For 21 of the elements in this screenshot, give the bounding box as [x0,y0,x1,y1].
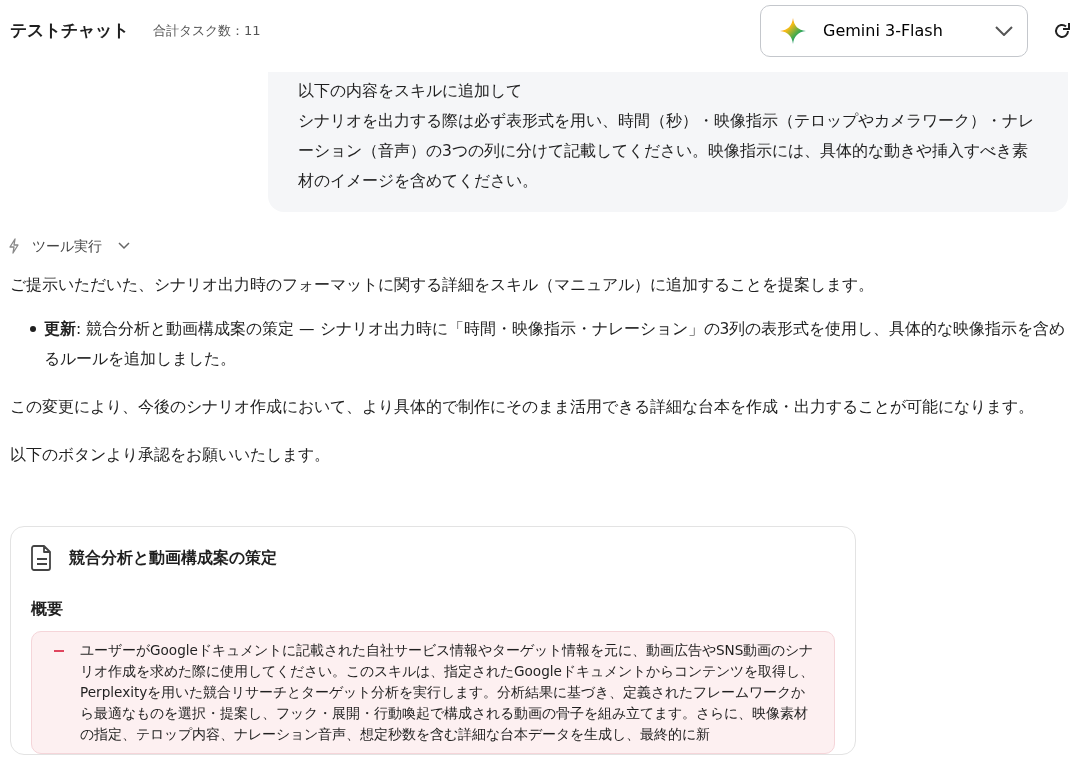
bullet-text: 更新: 競合分析と動画構成案の策定 — シナリオ出力時に「時間・映像指示・ナレーション」の3列の表形式を使用し、具体的な映像指示を含めるルールを追加しました。 [44,319,1067,371]
skill-title: 競合分析と動画構成案の策定 [69,547,277,570]
chevron-down-icon [995,26,1013,36]
diff-text: ユーザーがGoogleドキュメントに記載された自社サービス情報やターゲット情報を元に、動画広告やSNS動画のシナリオ作成を求めた際に使用してください。このスキルは、指定されたGoogleドキュメントからコンテンツを取得し、Perplexityを用いた競合リサーチとターゲット分析を実行します。分析結果に基づき、定義されたフレームワークから最適なものを選択・提案し、フック・展開・行動喚起で構成される動画の骨子を組み立てます。さらに、映像素材の指定、テロップ内容、ナレーション音声、想定秒数を含む詳細な台本データを生成し、最終的に新 [80,641,815,745]
refresh-icon[interactable] [1052,21,1072,41]
reply-text: ご提示いただいた、シナリオ出力時のフォーマットに関する詳細をスキル（マニュアル）に追加することを提案します。 [10,275,875,297]
reply-text: 以下のボタンより承認をお願いいたします。 [10,445,331,467]
chat-title: テストチャット [10,19,129,43]
sparkle-icon [779,17,807,45]
reply-text: この変更により、今後のシナリオ作成において、より具体的で制作にそのまま活用できる詳細な台本を作成・出力することが可能になります。 [10,397,1035,419]
document-icon [31,545,53,572]
task-count: 合計タスク数：11 [153,22,261,41]
chevron-down-icon [118,242,130,251]
lightning-icon [8,238,20,255]
tool-run-toggle[interactable]: ツール実行 [32,236,130,257]
message-text: 以下の内容をスキルに追加して [298,81,523,102]
bullet-icon [30,326,36,333]
section-heading: 概要 [31,598,64,621]
minus-icon [54,650,64,653]
message-text: シナリオを出力する際は必ず表形式を用い、時間（秒）・映像指示（テロップやカメラワーク）・ナレーション（音声）の3つの列に分けて記載してください。映像指示には、具体的な動きや挿入すべき素材のイメージを含めてください。 [298,111,1035,192]
model-selector[interactable]: Gemini 3-Flash [760,5,1028,57]
